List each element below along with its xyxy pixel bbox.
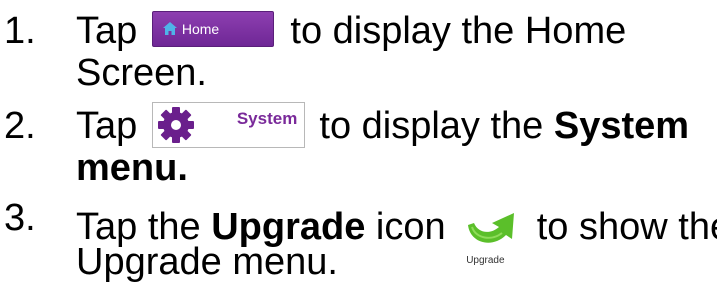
step-line: Tap System to display the System: [76, 102, 690, 151]
step-text: Tap: [76, 10, 148, 52]
instructions: 1. Tap Home to display the Home Screen. …: [0, 0, 717, 304]
step-number: 1.: [4, 10, 36, 52]
step-line: Screen.: [76, 52, 207, 94]
home-button-label: Home: [181, 20, 220, 37]
step-number: 2.: [4, 105, 36, 147]
step-text: to show the: [526, 206, 717, 249]
upgrade-arrow-icon: [468, 213, 515, 243]
step-text: to display the: [308, 105, 554, 148]
step-line: menu.: [76, 147, 188, 189]
upgrade-icon-label: Upgrade: [466, 255, 505, 266]
gear-icon: [157, 107, 194, 143]
home-icon: [162, 21, 177, 35]
step-number: 3.: [4, 197, 36, 239]
system-button-label: System: [236, 109, 298, 128]
step-line: Tap Home to display the Home: [76, 10, 626, 52]
upgrade-button[interactable]: Upgrade: [462, 203, 522, 267]
step-text: Tap: [76, 105, 148, 148]
home-button[interactable]: Home: [151, 10, 274, 47]
step-text: Upgrade menu.: [76, 241, 338, 283]
step-text: Screen.: [76, 52, 207, 94]
step-line: Upgrade menu.: [76, 241, 338, 283]
step-text-bold: System: [553, 105, 690, 148]
step-text: to display the Home: [279, 10, 627, 52]
system-button[interactable]: System: [151, 102, 305, 148]
step-text: icon: [365, 206, 457, 249]
step-text-bold: menu.: [76, 147, 188, 189]
